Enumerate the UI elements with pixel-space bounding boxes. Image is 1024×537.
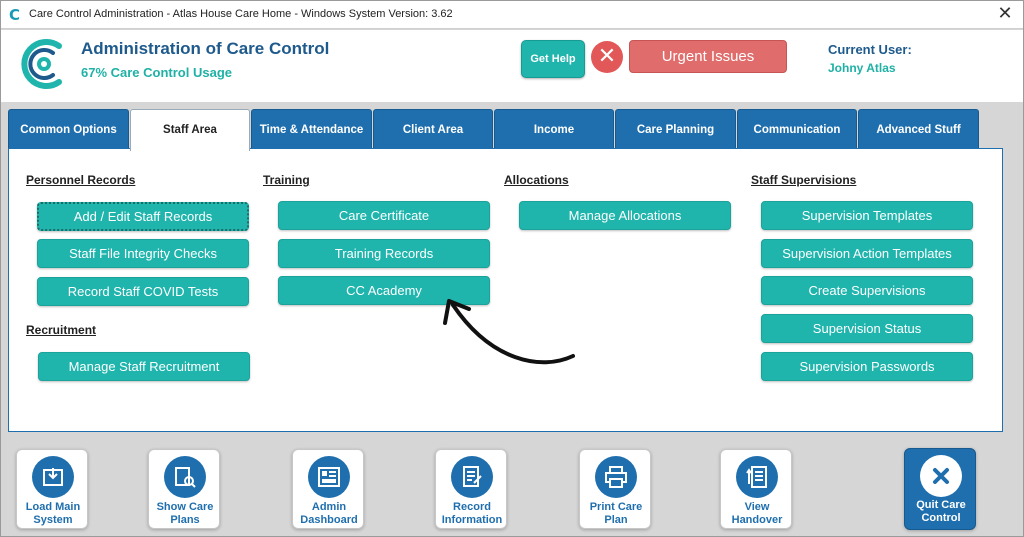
manage-allocations-button[interactable]: Manage Allocations xyxy=(519,201,731,230)
dashboard-icon xyxy=(308,456,350,498)
record-icon xyxy=(451,456,493,498)
training-records-button[interactable]: Training Records xyxy=(278,239,490,268)
admin-dashboard-label: Admin Dashboard xyxy=(300,501,358,526)
care-certificate-button[interactable]: Care Certificate xyxy=(278,201,490,230)
tab-time-attendance[interactable]: Time & Attendance xyxy=(251,109,372,149)
recruitment-heading: Recruitment xyxy=(26,323,97,337)
tab-advanced-stuff[interactable]: Advanced Stuff xyxy=(858,109,979,149)
tab-common-options[interactable]: Common Options xyxy=(8,109,129,149)
admin-dashboard-button[interactable]: Admin Dashboard xyxy=(292,449,364,529)
personnel-records-heading: Personnel Records xyxy=(26,173,136,187)
record-information-button[interactable]: Record Information xyxy=(435,449,507,529)
printer-icon xyxy=(595,456,637,498)
current-user-name: Johny Atlas xyxy=(828,61,896,75)
quit-care-control-label: Quit Care Control xyxy=(916,499,966,524)
urgent-issues-button[interactable]: Urgent Issues xyxy=(629,40,787,73)
annotation-arrow-icon xyxy=(443,299,575,365)
view-handover-button[interactable]: View Handover xyxy=(720,449,792,529)
tab-income[interactable]: Income xyxy=(494,109,614,149)
load-system-icon xyxy=(32,456,74,498)
supervision-passwords-button[interactable]: Supervision Passwords xyxy=(761,352,973,381)
app-window: C Care Control Administration - Atlas Ho… xyxy=(0,0,1024,537)
care-control-logo-icon xyxy=(21,39,62,89)
staff-file-integrity-checks-button[interactable]: Staff File Integrity Checks xyxy=(37,239,249,268)
tab-communication[interactable]: Communication xyxy=(737,109,857,149)
handover-icon xyxy=(736,456,778,498)
quit-icon xyxy=(920,455,962,497)
supervision-templates-button[interactable]: Supervision Templates xyxy=(761,201,973,230)
show-care-plans-button[interactable]: Show Care Plans xyxy=(148,449,220,529)
header: Administration of Care Control 67% Care … xyxy=(1,30,1023,102)
load-main-system-button[interactable]: Load Main System xyxy=(16,449,88,529)
record-information-label: Record Information xyxy=(441,501,503,526)
training-heading: Training xyxy=(263,173,310,187)
supervision-status-button[interactable]: Supervision Status xyxy=(761,314,973,343)
show-care-plans-label: Show Care Plans xyxy=(156,501,214,526)
load-main-system-label: Load Main System xyxy=(25,501,81,526)
view-handover-label: View Handover xyxy=(731,501,783,526)
record-staff-covid-tests-button[interactable]: Record Staff COVID Tests xyxy=(37,277,249,306)
quit-care-control-button[interactable]: Quit Care Control xyxy=(904,448,976,530)
manage-staff-recruitment-button[interactable]: Manage Staff Recruitment xyxy=(38,352,250,381)
app-title: Administration of Care Control xyxy=(81,39,330,58)
allocations-heading: Allocations xyxy=(504,173,569,187)
care-plans-icon xyxy=(164,456,206,498)
tab-client-area[interactable]: Client Area xyxy=(373,109,493,149)
title-bar: C Care Control Administration - Atlas Ho… xyxy=(1,1,1023,29)
window-title: Care Control Administration - Atlas Hous… xyxy=(29,8,453,20)
urgent-close-icon[interactable]: ✕ xyxy=(591,41,623,73)
current-user-label: Current User: xyxy=(828,42,912,57)
print-care-plan-button[interactable]: Print Care Plan xyxy=(579,449,651,529)
add-edit-staff-records-button[interactable]: Add / Edit Staff Records xyxy=(37,202,249,231)
staff-supervisions-heading: Staff Supervisions xyxy=(751,173,857,187)
tab-staff-area[interactable]: Staff Area xyxy=(130,109,250,151)
supervision-action-templates-button[interactable]: Supervision Action Templates xyxy=(761,239,973,268)
get-help-button[interactable]: Get Help xyxy=(521,40,585,78)
create-supervisions-button[interactable]: Create Supervisions xyxy=(761,276,973,305)
tab-care-planning[interactable]: Care Planning xyxy=(615,109,736,149)
app-logo-icon: C xyxy=(9,6,21,24)
print-care-plan-label: Print Care Plan xyxy=(589,501,643,526)
close-window-button[interactable]: ✕ xyxy=(995,4,1015,24)
usage-indicator: 67% Care Control Usage xyxy=(81,65,232,80)
